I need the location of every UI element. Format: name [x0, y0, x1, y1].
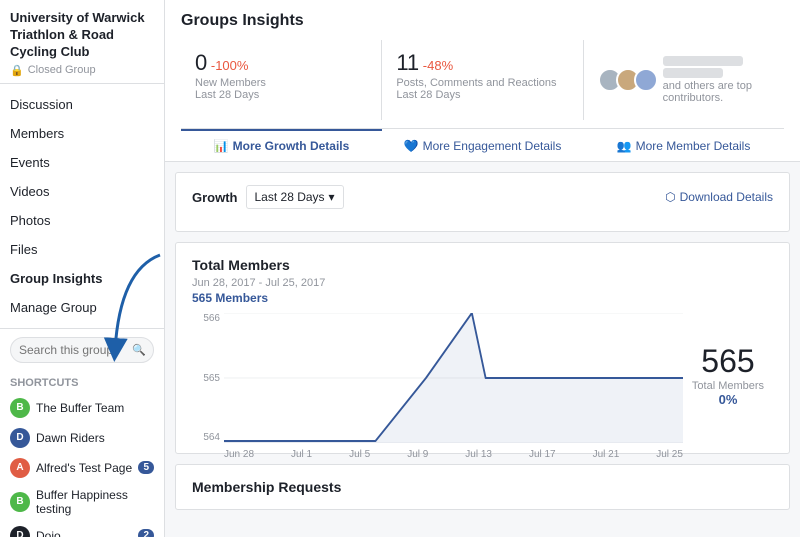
membership-section: Membership Requests — [175, 464, 790, 510]
contributors-card: and others are top contributors. — [584, 40, 784, 120]
new-members-label: New Members Last 28 Days — [195, 77, 367, 101]
line-chart — [224, 313, 683, 443]
people-icon: 👥 — [617, 139, 632, 153]
contributor-name-2 — [663, 68, 723, 78]
posts-card: 11 -48% Posts, Comments and Reactions La… — [382, 40, 583, 120]
stat-number: 565 — [683, 343, 773, 380]
stat-change: 0% — [683, 392, 773, 407]
date-range: Jun 28, 2017 - Jul 25, 2017 — [192, 277, 773, 289]
shortcut-name: The Buffer Team — [36, 401, 124, 415]
group-type: 🔒 Closed Group — [10, 64, 154, 77]
shortcut-item[interactable]: B The Buffer Team — [0, 393, 164, 423]
x-axis: Jun 28 Jul 1 Jul 5 Jul 9 Jul 13 Jul 17 J… — [224, 446, 683, 460]
growth-title-row: Growth Last 28 Days ▾ — [192, 185, 344, 209]
shortcut-name: Dawn Riders — [36, 431, 105, 445]
growth-label: Growth — [192, 190, 238, 205]
stat-label: Total Members — [683, 380, 773, 392]
chevron-down-icon: ▾ — [329, 190, 335, 204]
search-container: 🔍 — [10, 337, 154, 363]
members-value-label: 565 Members — [192, 291, 773, 305]
sidebar-item-events[interactable]: Events — [0, 148, 164, 177]
lock-icon: 🔒 — [10, 64, 24, 77]
shortcut-badge: 5 — [138, 461, 154, 474]
shortcut-item[interactable]: B Buffer Happiness testing — [0, 483, 164, 521]
tab-members[interactable]: 👥 More Member Details — [583, 129, 784, 161]
chart-area: Jun 28 Jul 1 Jul 5 Jul 9 Jul 13 Jul 17 J… — [224, 313, 683, 443]
membership-title: Membership Requests — [192, 479, 773, 495]
contributor-name-1 — [663, 56, 743, 66]
shortcut-avatar: D — [10, 526, 30, 537]
shortcut-badge: 2 — [138, 529, 154, 537]
search-icon: 🔍 — [132, 343, 146, 356]
tab-growth[interactable]: 📊 More Growth Details — [181, 129, 382, 161]
period-dropdown[interactable]: Last 28 Days ▾ — [246, 185, 344, 209]
sidebar-item-files[interactable]: Files — [0, 235, 164, 264]
shortcut-name: Alfred's Test Page — [36, 461, 132, 475]
download-icon: ⬡ — [665, 190, 675, 204]
sidebar-item-discussion[interactable]: Discussion — [0, 90, 164, 119]
total-members-title: Total Members — [192, 257, 773, 273]
group-info: University of Warwick Triathlon & Road C… — [0, 0, 164, 84]
sidebar: University of Warwick Triathlon & Road C… — [0, 0, 165, 537]
new-members-value: 0 -100% — [195, 50, 367, 76]
chart-container: 566 565 564 — [192, 313, 773, 443]
sidebar-nav: DiscussionMembersEventsVideosPhotosFiles… — [0, 84, 164, 329]
sidebar-item-members[interactable]: Members — [0, 119, 164, 148]
growth-section: Growth Last 28 Days ▾ ⬡ Download Details — [175, 172, 790, 232]
main-content: Groups Insights 0 -100% New Members Last… — [165, 0, 800, 537]
page-title: Groups Insights — [181, 12, 784, 30]
group-name: University of Warwick Triathlon & Road C… — [10, 10, 154, 61]
sidebar-item-group-insights[interactable]: Group Insights — [0, 264, 164, 293]
sidebar-item-manage-group[interactable]: Manage Group — [0, 293, 164, 322]
growth-header: Growth Last 28 Days ▾ ⬡ Download Details — [192, 185, 773, 209]
shortcut-avatar: A — [10, 458, 30, 478]
sidebar-item-videos[interactable]: Videos — [0, 177, 164, 206]
y-axis: 566 565 564 — [192, 313, 224, 443]
contributors-row: and others are top contributors. — [598, 50, 770, 104]
shortcut-avatar: B — [10, 398, 30, 418]
shortcut-item[interactable]: D Dawn Riders — [0, 423, 164, 453]
bar-chart-icon: 📊 — [214, 139, 229, 153]
shortcut-name: Buffer Happiness testing — [36, 488, 154, 516]
posts-label: Posts, Comments and Reactions Last 28 Da… — [396, 77, 568, 101]
insight-cards: 0 -100% New Members Last 28 Days 11 -48%… — [181, 40, 784, 120]
shortcuts-label: Shortcuts — [0, 371, 164, 393]
sidebar-item-photos[interactable]: Photos — [0, 206, 164, 235]
shortcut-name: Dojo — [36, 529, 61, 537]
posts-value: 11 -48% — [396, 50, 568, 76]
contributor-avatars — [598, 68, 658, 92]
new-members-card: 0 -100% New Members Last 28 Days — [181, 40, 382, 120]
download-details-link[interactable]: ⬡ Download Details — [665, 190, 773, 204]
shortcut-avatar: D — [10, 428, 30, 448]
tab-engagement[interactable]: 💙 More Engagement Details — [382, 129, 583, 161]
shortcuts-list: B The Buffer Team D Dawn Riders A Alfred's Te… — [0, 393, 164, 537]
avatar-3 — [634, 68, 658, 92]
total-members-section: Total Members Jun 28, 2017 - Jul 25, 201… — [175, 242, 790, 454]
shortcut-avatar: B — [10, 492, 30, 512]
heart-icon: 💙 — [404, 139, 419, 153]
insight-tabs: 📊 More Growth Details 💙 More Engagement … — [181, 128, 784, 161]
shortcut-item[interactable]: D Dojo 2 — [0, 521, 164, 537]
shortcut-item[interactable]: A Alfred's Test Page 5 — [0, 453, 164, 483]
main-header: Groups Insights 0 -100% New Members Last… — [165, 0, 800, 162]
chart-stat: 565 Total Members 0% — [683, 313, 773, 407]
